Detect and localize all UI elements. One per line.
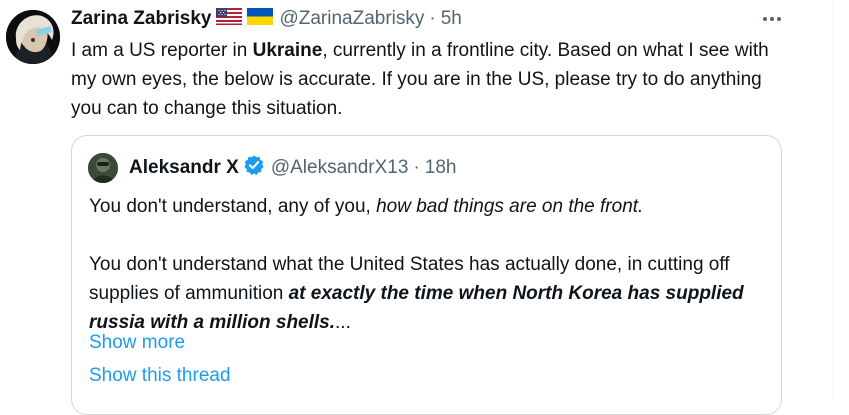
quoted-para1-italic: how bad things are on the front. [376, 196, 644, 217]
tweet-text-bold: Ukraine [252, 40, 323, 61]
quoted-timestamp[interactable]: 18h [425, 157, 457, 179]
right-divider [833, 0, 834, 400]
quoted-tweet-text: You don't understand, any of you, how ba… [89, 192, 749, 337]
tweet-header: Zarina Zabrisky @ZarinaZabrisky · 5h [71, 7, 462, 31]
quoted-author-name[interactable]: Aleksandr X [129, 157, 239, 179]
show-thread-link[interactable]: Show this thread [89, 361, 231, 390]
tweet-text-part-1: I am a US reporter in [71, 40, 253, 61]
separator-dot: · [429, 8, 436, 29]
author-avatar[interactable] [6, 10, 60, 64]
more-options-icon[interactable] [760, 10, 784, 28]
us-flag-icon [216, 7, 243, 31]
ukraine-flag-icon [247, 7, 274, 31]
author-handle[interactable]: @ZarinaZabrisky [279, 8, 424, 30]
quoted-paragraph-2: You don't understand what the United Sta… [89, 250, 749, 337]
quoted-tweet-card[interactable]: Aleksandr X @AleksandrX13 · 18h You don'… [71, 135, 782, 415]
quoted-author-handle[interactable]: @AleksandrX13 [271, 157, 409, 179]
verified-badge-icon [243, 154, 265, 182]
quoted-author-avatar[interactable] [88, 153, 118, 183]
quoted-paragraph-1: You don't understand, any of you, how ba… [89, 192, 749, 221]
tweet-text: I am a US reporter in Ukraine, currently… [71, 36, 791, 123]
tweet-timestamp[interactable]: 5h [441, 8, 462, 30]
quoted-separator-dot: · [413, 157, 420, 178]
quoted-para1-plain: You don't understand, any of you, [89, 196, 377, 217]
quoted-tweet-header: Aleksandr X @AleksandrX13 · 18h [129, 154, 456, 182]
quoted-para2-ellipsis: ... [335, 312, 351, 333]
show-more-link[interactable]: Show more [89, 328, 185, 357]
author-name[interactable]: Zarina Zabrisky [71, 8, 211, 30]
